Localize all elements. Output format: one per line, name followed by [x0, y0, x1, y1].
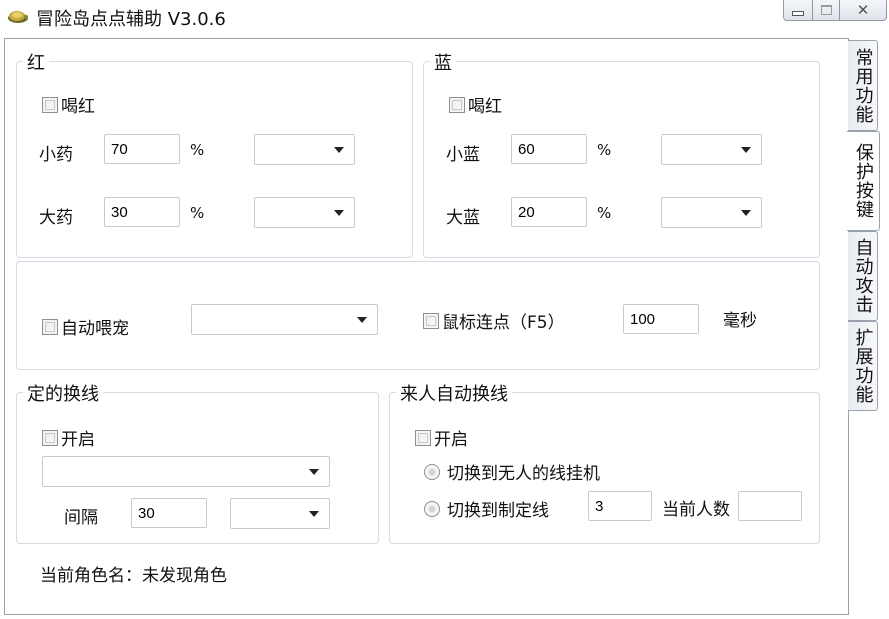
radio-icon[interactable]: [424, 463, 440, 480]
chevron-down-icon: [741, 147, 751, 153]
drink-blue-label: 喝红: [468, 97, 502, 117]
chevron-down-icon: [334, 210, 344, 216]
chevron-down-icon: [309, 469, 319, 475]
large-potion-input[interactable]: 30: [104, 197, 180, 227]
turtle-app-icon: [8, 11, 28, 23]
mouse-click-interval-input[interactable]: 100: [623, 304, 699, 334]
interval-input[interactable]: 30: [131, 498, 207, 528]
timed-switch-enable-checkbox[interactable]: 开启: [42, 425, 95, 450]
maximize-icon: [820, 5, 832, 15]
pet-mouse-group: 自动喂宠 鼠标连点（F5） 100 毫秒: [16, 261, 820, 370]
radio-icon[interactable]: [424, 500, 440, 517]
interval-unit-select[interactable]: [230, 498, 330, 529]
mouse-click-label: 鼠标连点（F5）: [442, 313, 565, 333]
maximize-button[interactable]: [813, 0, 840, 21]
blue-group: 蓝 喝红 小蓝 60 % 大蓝 20 %: [423, 49, 820, 258]
milliseconds-unit: 毫秒: [723, 311, 757, 331]
auto-switch-title: 来人自动换线: [396, 380, 512, 406]
auto-switch-enable-checkbox[interactable]: 开启: [415, 425, 468, 450]
checkbox-icon[interactable]: [423, 312, 439, 329]
small-potion-input[interactable]: 70: [104, 134, 180, 164]
drink-red-label: 喝红: [61, 97, 95, 117]
specified-line-input[interactable]: 3: [588, 491, 652, 521]
chevron-down-icon: [741, 210, 751, 216]
current-players-value: [738, 491, 802, 521]
large-mana-key-select[interactable]: [661, 197, 762, 228]
drink-blue-checkbox[interactable]: 喝红: [449, 92, 502, 117]
timed-switch-enable-label: 开启: [61, 430, 95, 450]
large-mana-input[interactable]: 20: [511, 197, 587, 227]
large-potion-label: 大药: [39, 208, 73, 228]
mouse-click-checkbox[interactable]: 鼠标连点（F5）: [423, 308, 565, 333]
small-mana-input[interactable]: 60: [511, 134, 587, 164]
tab-common-functions[interactable]: 常用功能: [848, 40, 878, 131]
window-title: 冒险岛点点辅助 V3.0.6: [36, 9, 226, 30]
large-potion-key-select[interactable]: [254, 197, 355, 228]
checkbox-icon[interactable]: [449, 96, 465, 113]
current-players-label: 当前人数: [662, 500, 730, 520]
timed-switch-group: 定的换线 开启 间隔 30: [16, 380, 379, 544]
red-group: 红 喝红 小药 70 % 大药 30 %: [16, 49, 413, 258]
blue-group-title: 蓝: [430, 49, 456, 75]
switch-empty-line-radio[interactable]: 切换到无人的线挂机: [424, 459, 600, 484]
minimize-button[interactable]: [783, 0, 813, 21]
large-potion-unit: %: [190, 204, 205, 222]
large-mana-label: 大蓝: [446, 208, 480, 228]
auto-feed-pet-checkbox[interactable]: 自动喂宠: [42, 314, 129, 339]
large-mana-unit: %: [597, 204, 612, 222]
auto-switch-group: 来人自动换线 开启 切换到无人的线挂机 切换到制定线 3 当前人数: [389, 380, 820, 544]
auto-feed-pet-label: 自动喂宠: [61, 319, 129, 339]
tab-extended-functions[interactable]: 扩展功能: [848, 321, 878, 411]
switch-specified-line-label: 切换到制定线: [447, 501, 549, 521]
main-panel: 红 喝红 小药 70 % 大药 30 % 蓝 喝红 小蓝 60 % 大蓝 20 …: [4, 38, 849, 615]
small-potion-label: 小药: [39, 145, 73, 165]
close-button[interactable]: ✕: [840, 0, 887, 21]
timed-switch-title: 定的换线: [23, 380, 103, 406]
drink-red-checkbox[interactable]: 喝红: [42, 92, 95, 117]
channel-select[interactable]: [42, 456, 330, 487]
checkbox-icon[interactable]: [42, 429, 58, 446]
chevron-down-icon: [334, 147, 344, 153]
small-mana-label: 小蓝: [446, 145, 480, 165]
pet-key-select[interactable]: [191, 304, 378, 335]
interval-label: 间隔: [64, 508, 98, 528]
switch-empty-line-label: 切换到无人的线挂机: [447, 464, 600, 484]
small-mana-key-select[interactable]: [661, 134, 762, 165]
small-potion-unit: %: [190, 141, 205, 159]
chevron-down-icon: [357, 317, 367, 323]
title-bar: 冒险岛点点辅助 V3.0.6 ✕: [0, 0, 889, 34]
small-potion-key-select[interactable]: [254, 134, 355, 165]
checkbox-icon[interactable]: [42, 318, 58, 335]
checkbox-icon[interactable]: [415, 429, 431, 446]
close-icon: ✕: [856, 1, 870, 19]
window-controls: ✕: [783, 0, 887, 22]
switch-specified-line-radio[interactable]: 切换到制定线: [424, 496, 549, 521]
tab-auto-attack[interactable]: 自动攻击: [848, 231, 878, 321]
current-character-status: 当前角色名：未发现角色: [40, 566, 227, 586]
tab-protect-keys[interactable]: 保护按键: [847, 131, 880, 231]
red-group-title: 红: [23, 49, 49, 75]
minimize-icon: [792, 10, 804, 16]
auto-switch-enable-label: 开启: [434, 430, 468, 450]
checkbox-icon[interactable]: [42, 96, 58, 113]
small-mana-unit: %: [597, 141, 612, 159]
chevron-down-icon: [309, 511, 319, 517]
